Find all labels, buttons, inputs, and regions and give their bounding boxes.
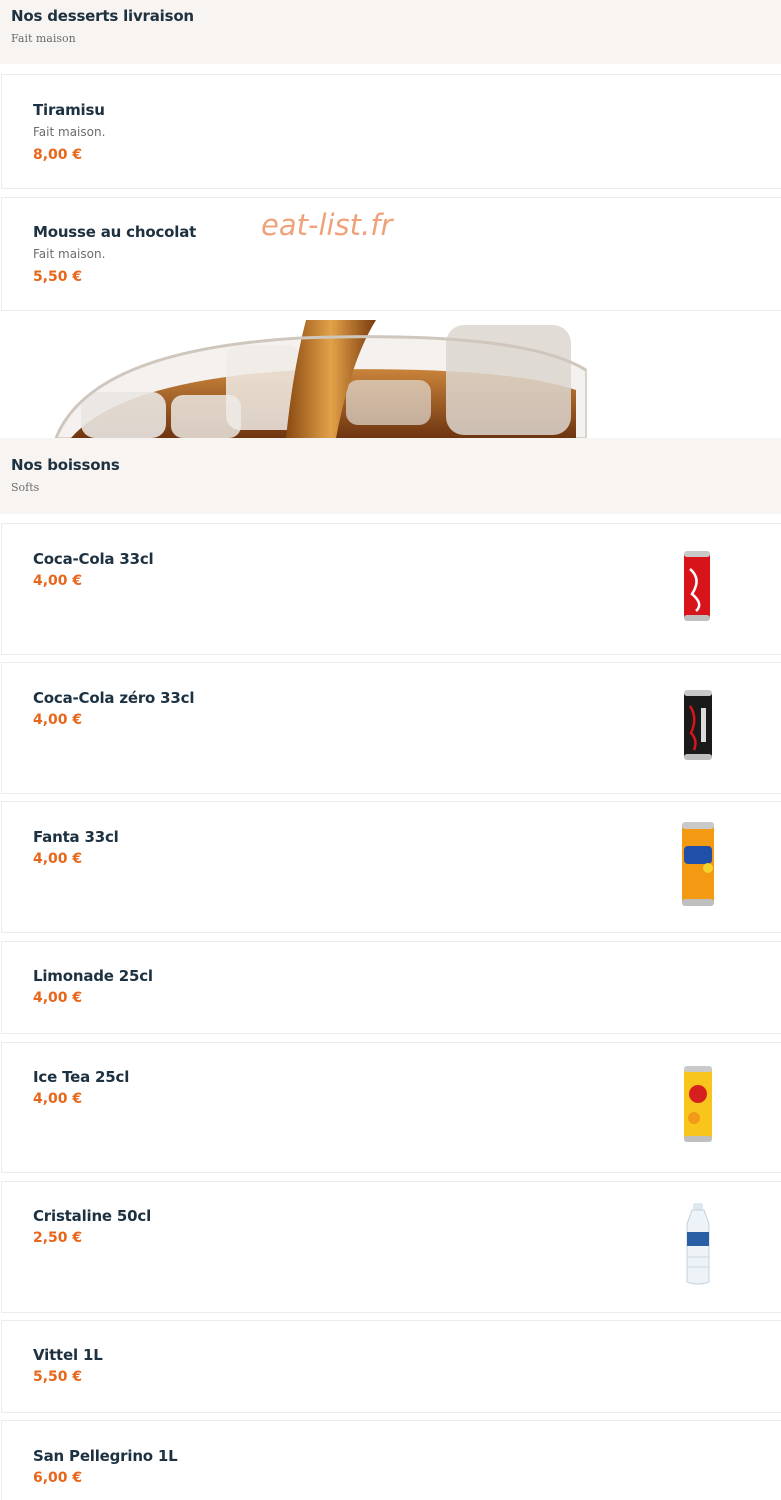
coca-cola-zero-can-icon (684, 690, 712, 760)
item-name: Ice Tea 25cl (33, 1068, 130, 1086)
item-price: 8,00 € (33, 147, 83, 163)
menu-item-san-pellegrino[interactable]: San Pellegrino 1L 6,00 € (1, 1420, 781, 1500)
item-description: Fait maison. (33, 125, 106, 139)
menu-item-ice-tea[interactable]: Ice Tea 25cl 4,00 € (1, 1042, 781, 1173)
drinks-section-subtitle: Softs (11, 481, 40, 494)
item-name: Coca-Cola zéro 33cl (33, 689, 195, 707)
coca-cola-can-icon (684, 551, 710, 621)
menu-item-tiramisu[interactable]: Tiramisu Fait maison. 8,00 € (1, 74, 781, 189)
item-name: Vittel 1L (33, 1346, 103, 1364)
item-name: Coca-Cola 33cl (33, 550, 154, 568)
item-price: 5,50 € (33, 1369, 83, 1385)
watermark: eat-list.fr (261, 208, 393, 242)
item-name: Mousse au chocolat (33, 223, 197, 241)
desserts-section-subtitle: Fait maison (11, 32, 76, 45)
fanta-can-icon (682, 822, 714, 906)
menu-item-fanta[interactable]: Fanta 33cl 4,00 € (1, 801, 781, 933)
menu-item-coca-cola[interactable]: Coca-Cola 33cl 4,00 € (1, 523, 781, 655)
desserts-section-header: Nos desserts livraison Fait maison (0, 0, 781, 64)
menu-item-cristaline[interactable]: Cristaline 50cl 2,50 € (1, 1181, 781, 1313)
item-price: 2,50 € (33, 1230, 83, 1246)
menu-item-limonade[interactable]: Limonade 25cl 4,00 € (1, 941, 781, 1034)
lipton-can-icon (684, 1066, 712, 1142)
item-price: 6,00 € (33, 1470, 83, 1486)
drinks-section-title: Nos boissons (11, 456, 120, 474)
menu-item-vittel[interactable]: Vittel 1L 5,50 € (1, 1320, 781, 1413)
item-price: 4,00 € (33, 712, 83, 728)
item-name: Fanta 33cl (33, 828, 119, 846)
item-price: 5,50 € (33, 269, 83, 285)
drinks-banner-image (1, 320, 781, 438)
item-description: Fait maison. (33, 247, 106, 261)
drinks-section-header: Nos boissons Softs (0, 438, 781, 514)
menu-item-coca-cola-zero[interactable]: Coca-Cola zéro 33cl 4,00 € (1, 662, 781, 794)
item-name: Cristaline 50cl (33, 1207, 152, 1225)
water-bottle-icon (686, 1203, 710, 1285)
desserts-section-title: Nos desserts livraison (11, 7, 194, 25)
item-price: 4,00 € (33, 851, 83, 867)
soda-glass-icon (54, 320, 587, 438)
item-name: San Pellegrino 1L (33, 1447, 178, 1465)
item-price: 4,00 € (33, 990, 83, 1006)
item-name: Limonade 25cl (33, 967, 153, 985)
item-name: Tiramisu (33, 101, 105, 119)
item-price: 4,00 € (33, 573, 83, 589)
item-price: 4,00 € (33, 1091, 83, 1107)
